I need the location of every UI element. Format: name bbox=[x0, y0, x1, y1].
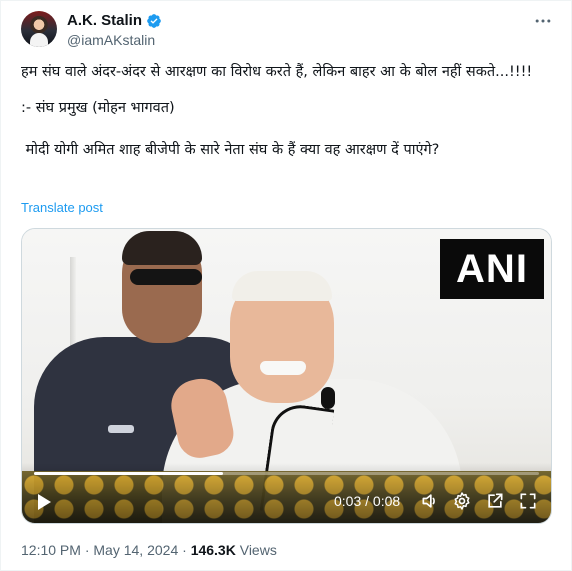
video-progress-fill bbox=[34, 472, 224, 475]
popout-icon[interactable] bbox=[485, 491, 505, 511]
video-time: 0:03 / 0:08 bbox=[334, 493, 400, 509]
video-figure-guard-badge bbox=[108, 425, 134, 433]
author-handle[interactable]: @iamAKstalin bbox=[67, 32, 155, 48]
author-name[interactable]: A.K. Stalin bbox=[67, 12, 142, 29]
video-figure-guard-sunglasses bbox=[130, 269, 202, 285]
tweet-card[interactable]: A.K. Stalin @iamAKstalin हम संघ वाले अंद… bbox=[0, 0, 572, 571]
tweet-line-1: हम संघ वाले अंदर-अंदर से आरक्षण का विरोध… bbox=[21, 64, 533, 80]
video-microphone bbox=[321, 387, 335, 409]
verified-badge-icon bbox=[147, 13, 161, 28]
gear-icon[interactable] bbox=[452, 491, 472, 511]
video-current-time: 0:03 bbox=[334, 493, 362, 509]
video-time-separator: / bbox=[361, 493, 373, 509]
play-icon[interactable] bbox=[36, 493, 52, 511]
tweet-date[interactable]: May 14, 2024 bbox=[93, 542, 178, 558]
tweet-line-3: मोदी योगी अमित शाह बीजेपी के सारे नेता स… bbox=[21, 142, 440, 158]
meta-separator: · bbox=[80, 542, 94, 558]
video-figure-guard-hair bbox=[122, 231, 202, 265]
ani-logo-text: ANI bbox=[456, 246, 528, 291]
video-progress-bar[interactable] bbox=[34, 472, 539, 475]
author-name-row: A.K. Stalin bbox=[67, 12, 162, 29]
video-figure-speaker-mustache bbox=[260, 361, 306, 375]
avatar[interactable] bbox=[21, 11, 57, 47]
meta-separator-2: · bbox=[178, 542, 191, 558]
tweet-line-2: :- संघ प्रमुख (मोहन भागवत) bbox=[21, 100, 175, 116]
video-duration: 0:08 bbox=[372, 493, 401, 509]
views-label: Views bbox=[235, 542, 277, 558]
tweet-meta: 12:10 PM · May 14, 2024 · 146.3K Views bbox=[21, 542, 277, 558]
views-count: 146.3K bbox=[190, 542, 236, 558]
tweet-text: हम संघ वाले अंदर-अंदर से आरक्षण का विरोध… bbox=[21, 61, 541, 162]
volume-icon[interactable] bbox=[420, 491, 440, 511]
ani-logo: ANI bbox=[440, 239, 544, 299]
fullscreen-icon[interactable] bbox=[518, 491, 538, 511]
more-icon[interactable] bbox=[533, 11, 553, 31]
video-player[interactable]: ANI 0:03 / 0:08 bbox=[21, 228, 552, 524]
video-figure-speaker-hair bbox=[232, 271, 332, 301]
tweet-time[interactable]: 12:10 PM bbox=[21, 542, 81, 558]
translate-post-link[interactable]: Translate post bbox=[21, 200, 103, 215]
